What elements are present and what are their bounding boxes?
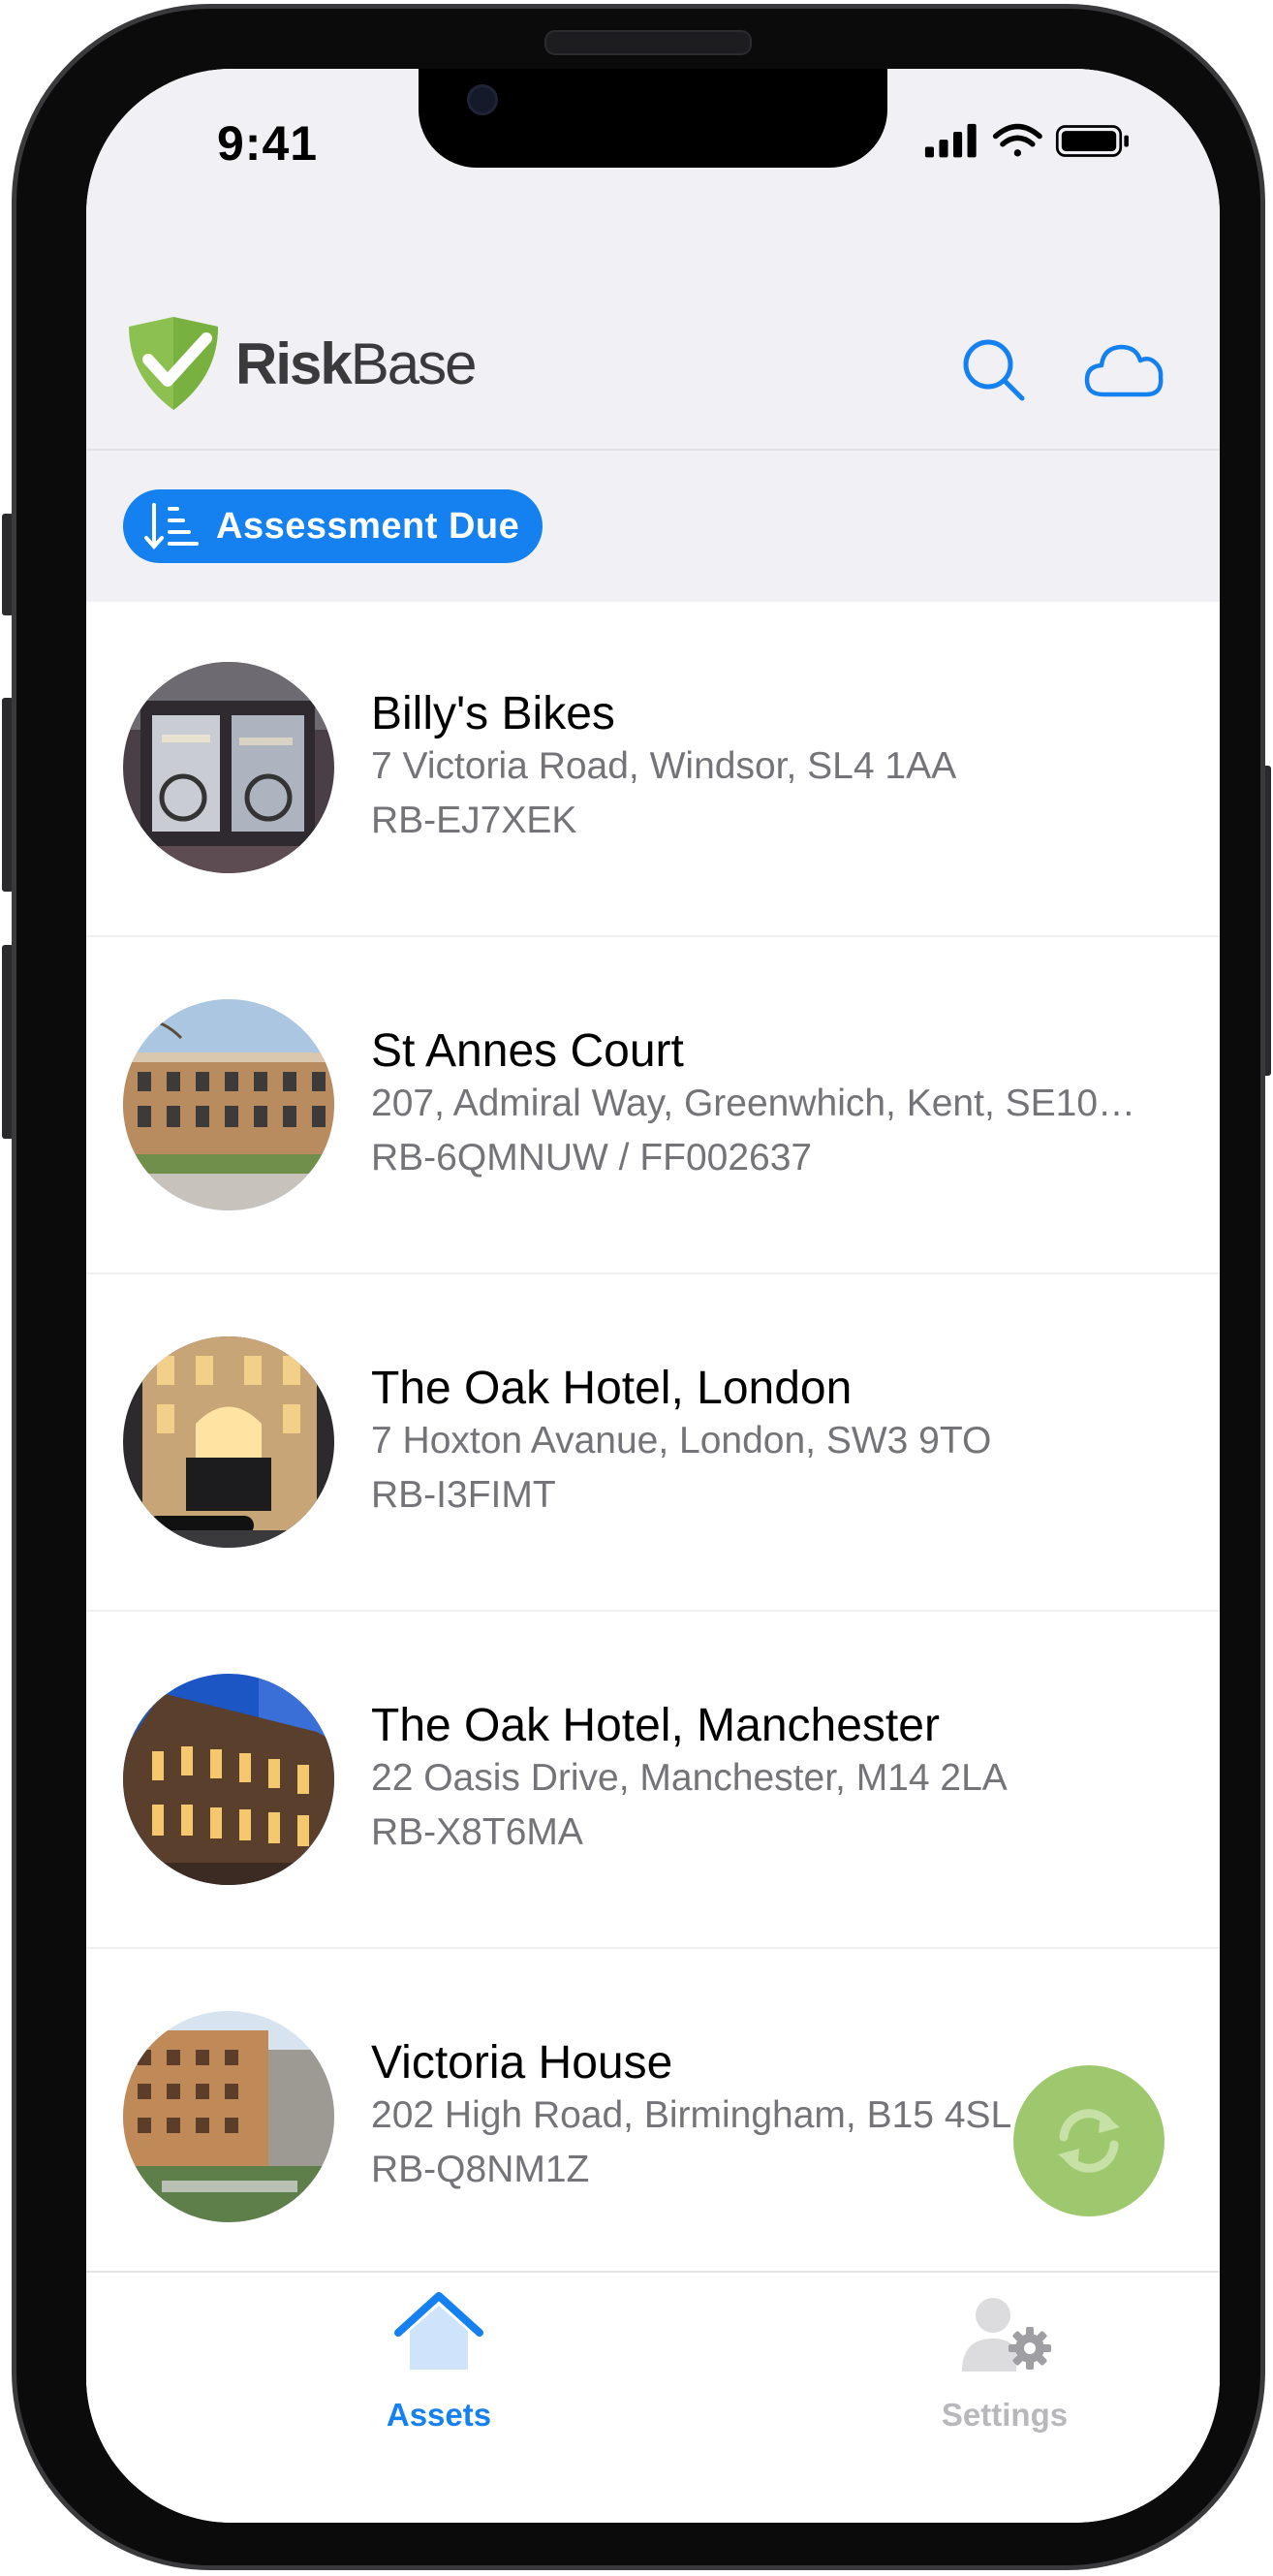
logo-text-regular: Base: [350, 330, 478, 396]
battery-icon: [1055, 125, 1129, 157]
app-header: RiskBase: [86, 214, 1220, 449]
phone-frame: 9:41 RiskBase Assessment Due Billy's Bik…: [12, 4, 1265, 2570]
asset-title: Victoria House: [371, 2037, 673, 2089]
tab-label-settings: Settings: [941, 2397, 1069, 2433]
asset-title: St Annes Court: [371, 1025, 684, 1077]
tab-bar: Assets Settings: [86, 2271, 1220, 2523]
status-icons: [924, 123, 1129, 158]
notch: [419, 69, 887, 168]
asset-address: 22 Oasis Drive, Manchester, M14 2LA: [371, 1757, 1008, 1799]
asset-photo-victoria-house: [123, 2011, 334, 2222]
asset-address: 207, Admiral Way, Greenwhich, Kent, SE10…: [371, 1083, 1136, 1124]
shield-check-icon: [129, 317, 218, 410]
search-icon[interactable]: [960, 336, 1028, 404]
sort-descending-icon: [144, 503, 199, 550]
asset-title: The Oak Hotel, London: [371, 1363, 853, 1414]
asset-address: 7 Victoria Road, Windsor, SL4 1AA: [371, 745, 957, 787]
tab-settings[interactable]: Settings: [811, 2273, 1198, 2447]
asset-address: 202 High Road, Birmingham, B15 4SL: [371, 2094, 1012, 2136]
status-time: 9:41: [217, 116, 319, 171]
riskbase-logo: RiskBase: [123, 313, 478, 414]
logo-wordmark: RiskBase: [235, 330, 478, 397]
earpiece-speaker: [544, 30, 752, 55]
asset-row[interactable]: The Oak Hotel, Manchester 22 Oasis Drive…: [86, 1612, 1220, 1949]
filter-label: Assessment Due: [216, 505, 520, 547]
asset-code: RB-X8T6MA: [371, 1811, 583, 1853]
assessment-due-filter-button[interactable]: Assessment Due: [123, 489, 543, 563]
user-settings-icon: [962, 2298, 1051, 2372]
sync-button[interactable]: [1013, 2065, 1164, 2216]
home-icon: [394, 2292, 483, 2370]
asset-title: The Oak Hotel, Manchester: [371, 1700, 940, 1751]
asset-code: RB-Q8NM1Z: [371, 2149, 590, 2190]
app-screen: 9:41 RiskBase Assessment Due Billy's Bik…: [86, 69, 1220, 2523]
asset-row[interactable]: Billy's Bikes 7 Victoria Road, Windsor, …: [86, 600, 1220, 937]
cellular-signal-icon: [924, 123, 977, 158]
asset-row[interactable]: The Oak Hotel, London 7 Hoxton Avanue, L…: [86, 1274, 1220, 1612]
asset-title: Billy's Bikes: [371, 688, 615, 739]
wifi-icon: [992, 123, 1042, 157]
logo-text-bold: Risk: [235, 330, 353, 396]
asset-list: Billy's Bikes 7 Victoria Road, Windsor, …: [86, 600, 1220, 2286]
asset-row[interactable]: St Annes Court 207, Admiral Way, Greenwh…: [86, 937, 1220, 1274]
tab-label-assets: Assets: [386, 2397, 492, 2433]
front-camera: [467, 84, 498, 115]
asset-photo-oak-hotel-manchester: [123, 1674, 334, 1885]
asset-code: RB-EJ7XEK: [371, 800, 577, 841]
asset-photo-oak-hotel-london: [123, 1336, 334, 1548]
tab-assets[interactable]: Assets: [245, 2273, 633, 2447]
asset-code: RB-I3FIMT: [371, 1474, 556, 1516]
asset-photo-st-annes-court: [123, 999, 334, 1210]
asset-address: 7 Hoxton Avanue, London, SW3 9TO: [371, 1420, 992, 1461]
cloud-icon[interactable]: [1084, 340, 1165, 400]
sync-icon: [1058, 2109, 1120, 2173]
filter-bar: Assessment Due: [86, 449, 1220, 602]
asset-code: RB-6QMNUW / FF002637: [371, 1137, 813, 1178]
asset-photo-bike-shop: [123, 662, 334, 873]
